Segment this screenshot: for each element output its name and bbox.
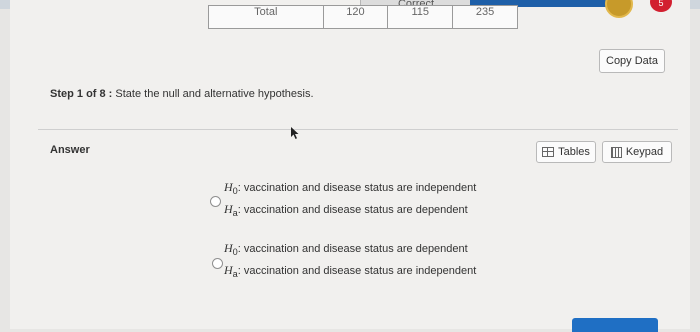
ha-symbol: H (224, 263, 233, 277)
ha-text: : vaccination and disease status are dep… (237, 204, 468, 216)
ha-symbol: H (224, 202, 233, 216)
copy-data-label: Copy Data (606, 55, 658, 67)
tables-button[interactable]: Tables (536, 141, 596, 163)
h0-text: : vaccination and disease status are dep… (237, 243, 468, 255)
copy-data-button[interactable]: Copy Data (599, 49, 665, 73)
option-2-alternative: Ha: vaccination and disease status are i… (224, 259, 476, 281)
divider (38, 129, 678, 130)
option-2-null: H0: vaccination and disease status are d… (224, 237, 476, 259)
option-1-alternative: Ha: vaccination and disease status are d… (224, 198, 476, 220)
answer-option-1[interactable]: H0: vaccination and disease status are i… (224, 176, 476, 220)
submit-answer-button[interactable] (572, 318, 658, 332)
keypad-label: Keypad (625, 146, 664, 158)
h0-text: : vaccination and disease status are ind… (237, 182, 477, 194)
ha-text: : vaccination and disease status are ind… (237, 265, 477, 277)
answer-label: Answer (50, 144, 90, 156)
keypad-button[interactable]: Keypad (602, 141, 672, 163)
option-1-null: H0: vaccination and disease status are i… (224, 176, 476, 198)
h0-symbol: H (224, 180, 233, 194)
step-number: Step 1 of 8 : (50, 88, 113, 100)
table-cell: 115 (387, 5, 454, 29)
step-instruction: Step 1 of 8 : State the null and alterna… (50, 88, 314, 100)
h0-symbol: H (224, 241, 233, 255)
step-text: State the null and alternative hypothesi… (115, 88, 314, 100)
option-1-radio[interactable] (210, 196, 221, 207)
tables-label: Tables (558, 146, 590, 158)
table-cell: 120 (322, 5, 389, 29)
table-row: Total 120 115 235 (208, 5, 518, 29)
keypad-icon (610, 146, 622, 158)
table-cell: 235 (452, 5, 518, 29)
data-table-total-row: Total 120 115 235 (208, 5, 518, 29)
option-2-radio[interactable] (212, 258, 223, 269)
answer-option-2[interactable]: H0: vaccination and disease status are d… (224, 237, 476, 281)
table-icon (542, 147, 555, 157)
table-cell: Total (208, 5, 324, 29)
